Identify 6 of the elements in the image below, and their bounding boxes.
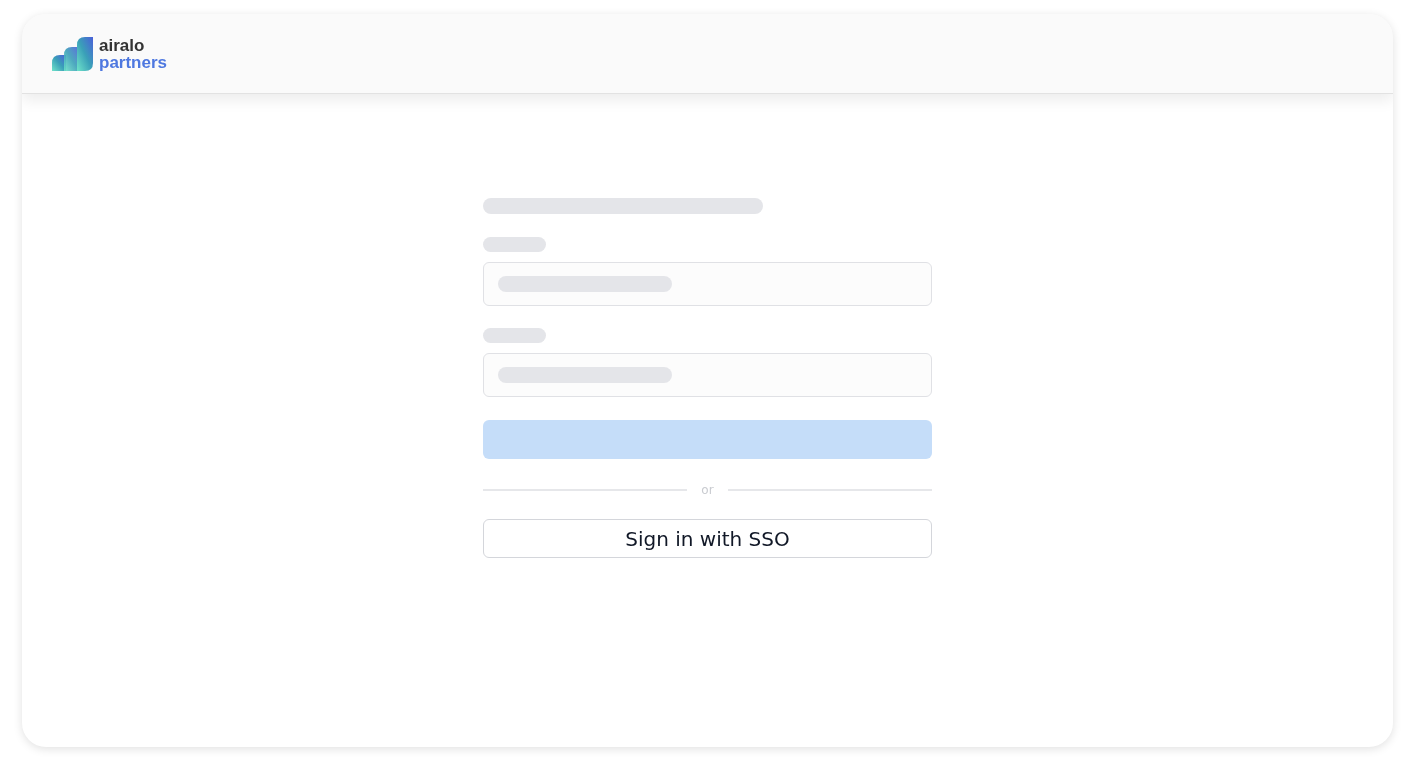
skeleton-line bbox=[483, 328, 546, 343]
logo-text: airalo bbox=[99, 36, 146, 54]
skeleton-line bbox=[483, 237, 546, 252]
logo-icon bbox=[52, 36, 93, 71]
sso-button[interactable]: Sign in with SSO bbox=[483, 519, 932, 558]
logo-subtitle: partners bbox=[99, 53, 168, 71]
